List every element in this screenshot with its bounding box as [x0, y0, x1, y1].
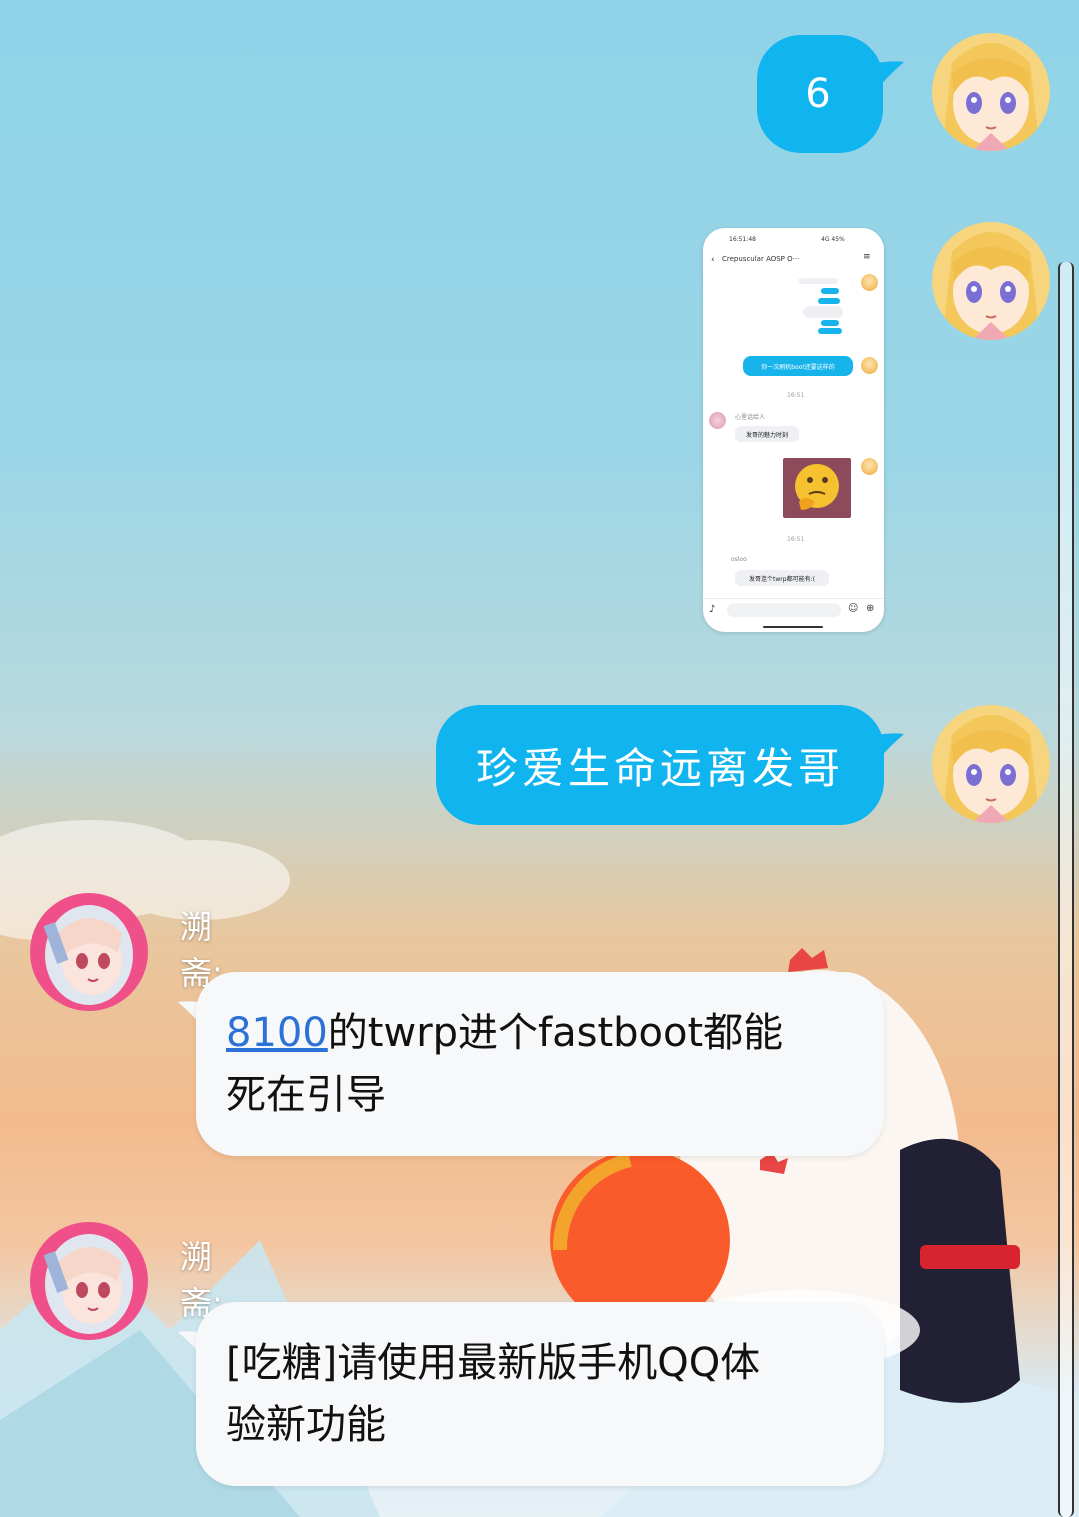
- mini-incoming-text: 发哥连个twrp都可能有:(: [749, 575, 815, 583]
- message-text-line1: 的twrp进个fastboot都能: [327, 1010, 784, 1056]
- message-text: 6: [805, 71, 835, 117]
- mini-avatar: [709, 412, 726, 429]
- anime-girl-avatar-icon: [932, 222, 1050, 340]
- message-text-line2: 验新功能: [226, 1402, 386, 1448]
- anime-girl-avatar-icon: [932, 33, 1050, 151]
- screenshot-time: 16:51:48: [729, 236, 756, 243]
- mini-message: [821, 320, 839, 326]
- mini-incoming-bubble: 发哥连个twrp都可能有:(: [735, 570, 829, 586]
- anime-girl-avatar-icon: [932, 705, 1050, 823]
- message-text: 8100的twrp进个fastboot都能 死在引导: [226, 1002, 783, 1126]
- anime-girl-avatar-icon: [30, 893, 148, 1011]
- contact-avatar[interactable]: [30, 1222, 148, 1340]
- screenshot-status: 4G 45%: [821, 236, 845, 243]
- home-indicator: [763, 626, 823, 628]
- my-avatar[interactable]: [932, 222, 1050, 340]
- mini-input-field: [727, 603, 841, 617]
- message-text-line2: 死在引导: [226, 1072, 386, 1118]
- message-bubble[interactable]: 珍爱生命远离发哥: [436, 705, 884, 825]
- contact-avatar[interactable]: [30, 893, 148, 1011]
- message-text: [吃糖]请使用最新版手机QQ体 验新功能: [226, 1332, 760, 1456]
- mini-incoming-text: 发哥的魅力时刻: [745, 431, 788, 439]
- bubble-tail: [872, 733, 904, 760]
- thinking-face-icon: [795, 464, 839, 510]
- message-text-line1: [吃糖]请使用最新版手机QQ体: [226, 1340, 761, 1386]
- number-link[interactable]: 8100: [226, 1010, 328, 1056]
- mini-sender: 心里话给人: [735, 414, 766, 421]
- mini-message: [821, 288, 839, 294]
- mini-avatar: [861, 357, 878, 374]
- my-avatar[interactable]: [932, 705, 1050, 823]
- message-text: 珍爱生命远离发哥: [475, 743, 844, 793]
- mini-incoming-bubble: 发哥的魅力时刻: [735, 426, 799, 442]
- mini-avatar: [861, 274, 878, 291]
- message-bubble[interactable]: 8100的twrp进个fastboot都能 死在引导: [196, 972, 884, 1156]
- mini-sticker: [783, 458, 851, 518]
- mini-timestamp: 16:51: [787, 536, 805, 543]
- microphone-icon: ♪: [709, 604, 716, 615]
- mini-outgoing-text: 你一次刷机boot还要这样的: [761, 363, 835, 371]
- anime-girl-avatar-icon: [30, 1222, 148, 1340]
- emoji-icon: ☺: [848, 603, 859, 614]
- scrollbar[interactable]: [1058, 262, 1074, 1517]
- mini-message: [798, 278, 838, 284]
- message-bubble[interactable]: 6: [757, 35, 883, 153]
- menu-icon: ≡: [863, 252, 871, 262]
- bubble-tail: [872, 61, 904, 88]
- plus-icon: ⊕: [866, 603, 875, 614]
- message-bubble[interactable]: [吃糖]请使用最新版手机QQ体 验新功能: [196, 1302, 884, 1486]
- my-avatar[interactable]: [932, 33, 1050, 151]
- mini-sender: osloo: [731, 556, 747, 563]
- mini-timestamp: 16:51: [787, 392, 805, 399]
- screenshot-chat-title: Crepuscular AOSP O···: [722, 255, 800, 263]
- mini-outgoing-bubble: 你一次刷机boot还要这样的: [743, 356, 853, 376]
- mini-message: [818, 298, 840, 304]
- mini-input-bar: ♪ ☺ ⊕: [703, 598, 884, 623]
- mini-avatar: [861, 458, 878, 475]
- mini-message: [803, 306, 843, 318]
- screenshot-image[interactable]: 16:51:48 4G 45% ‹ Crepuscular AOSP O··· …: [703, 228, 884, 632]
- mini-message: [818, 328, 842, 334]
- back-icon: ‹: [711, 255, 715, 265]
